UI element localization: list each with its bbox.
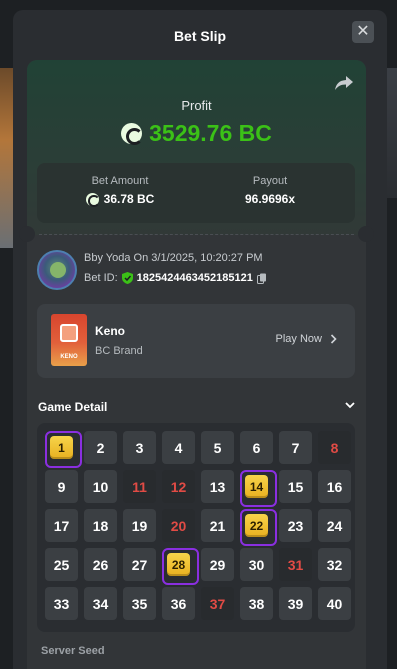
chevron-down-icon[interactable]	[344, 399, 356, 411]
bet-amount: Bet Amount 36.78 BC	[45, 175, 195, 207]
keno-cell-normal: 2	[84, 431, 117, 464]
bet-user-line: Bby Yoda On 3/1/2025, 10:20:27 PM	[84, 252, 263, 264]
profit-header: Profit 3529.76 BC Bet Amount 36.78 BC Pa…	[27, 60, 366, 235]
keno-cell-normal: 39	[279, 587, 312, 620]
keno-cell-red: 20	[162, 509, 195, 542]
coin-icon	[121, 123, 144, 146]
verified-shield-icon	[121, 272, 133, 284]
game-card[interactable]: KENO Keno BC Brand Play Now	[37, 304, 355, 378]
keno-cell-normal: 4	[162, 431, 195, 464]
bet-user-info: Bby Yoda On 3/1/2025, 10:20:27 PM Bet ID…	[37, 248, 357, 290]
keno-cell-normal: 6	[240, 431, 273, 464]
modal-title: Bet Slip	[173, 28, 227, 44]
keno-cell-normal: 36	[162, 587, 195, 620]
coin-icon	[85, 192, 101, 207]
keno-cell-normal: 5	[201, 431, 234, 464]
server-seed-label: Server Seed	[41, 645, 105, 657]
keno-cell-hit: 1	[45, 431, 82, 468]
ticket-notch-left	[19, 226, 35, 242]
keno-cell-normal: 17	[45, 509, 78, 542]
profit-value: 3529.76 BC	[149, 120, 272, 146]
keno-thumbnail: KENO	[51, 314, 87, 366]
keno-cell-normal: 27	[123, 548, 156, 581]
keno-cell-normal: 7	[279, 431, 312, 464]
bet-amount-label: Bet Amount	[91, 175, 149, 187]
bet-id-row: Bet ID: 1825424463452185121	[84, 272, 267, 284]
bet-id-label: Bet ID:	[84, 272, 118, 284]
ticket-divider	[39, 234, 354, 235]
keno-cell-normal: 26	[84, 548, 117, 581]
thumbnail-tile	[60, 324, 78, 342]
bet-amount-value: 36.78 BC	[103, 192, 155, 206]
keno-cell-normal: 13	[201, 470, 234, 503]
keno-cell-normal: 33	[45, 587, 78, 620]
bet-id-value: 1825424463452185121	[136, 272, 253, 284]
play-now-label: Play Now	[275, 333, 322, 345]
keno-cell-normal: 9	[45, 470, 78, 503]
keno-board: 1 2 3 4 5 6 7 8 9 10 11 12 13 14 15 16 17 18 19 20 21 22 23 24 2…	[37, 423, 355, 632]
keno-cell-normal: 16	[318, 470, 351, 503]
keno-cell-normal: 29	[201, 548, 234, 581]
game-detail-header: Game Detail	[38, 400, 108, 414]
payout: Payout 96.9696x	[195, 175, 345, 206]
profit-label: Profit	[181, 98, 212, 113]
game-brand: BC Brand	[95, 345, 143, 357]
keno-hit-tile: 14	[245, 475, 268, 498]
chevron-right-icon	[330, 334, 337, 344]
keno-hit-tile: 28	[167, 553, 190, 576]
keno-cell-hit: 14	[240, 470, 277, 507]
keno-cell-red: 11	[123, 470, 156, 503]
keno-cell-red: 8	[318, 431, 351, 464]
keno-cell-red: 37	[201, 587, 234, 620]
background-game-art	[0, 68, 13, 248]
keno-hit-tile: 22	[245, 514, 268, 537]
close-icon: ✕	[356, 23, 370, 40]
keno-cell-normal: 32	[318, 548, 351, 581]
keno-cell-normal: 18	[84, 509, 117, 542]
game-name: Keno	[95, 324, 125, 338]
keno-cell-normal: 34	[84, 587, 117, 620]
avatar[interactable]	[37, 250, 77, 290]
keno-cell-normal: 23	[279, 509, 312, 542]
profit-row: 3529.76 BC	[27, 120, 366, 147]
keno-cell-hit: 28	[162, 548, 199, 585]
keno-cell-red: 31	[279, 548, 312, 581]
keno-cell-normal: 15	[279, 470, 312, 503]
bet-slip-modal: Bet Slip ✕ Profit 3529.76 BC Bet Amount …	[13, 10, 387, 669]
keno-hit-tile: 1	[50, 436, 73, 459]
keno-cell-normal: 19	[123, 509, 156, 542]
payout-value: 96.9696x	[244, 192, 296, 206]
share-icon[interactable]	[334, 74, 354, 92]
keno-cell-normal: 40	[318, 587, 351, 620]
keno-cell-normal: 35	[123, 587, 156, 620]
keno-cell-normal: 30	[240, 548, 273, 581]
bet-slip-card: Profit 3529.76 BC Bet Amount 36.78 BC Pa…	[19, 60, 374, 669]
keno-cell-normal: 24	[318, 509, 351, 542]
bet-amount-value-row: 36.78 BC	[45, 192, 195, 207]
payout-label: Payout	[252, 175, 288, 187]
play-now-button[interactable]: Play Now	[276, 333, 337, 345]
close-button[interactable]: ✕	[352, 21, 374, 43]
keno-cell-red: 12	[162, 470, 195, 503]
keno-cell-normal: 38	[240, 587, 273, 620]
thumbnail-label: KENO	[60, 354, 78, 360]
keno-cell-normal: 10	[84, 470, 117, 503]
avatar-face	[50, 262, 66, 278]
bet-stats: Bet Amount 36.78 BC Payout 96.9696x	[37, 163, 355, 223]
keno-cell-normal: 3	[123, 431, 156, 464]
keno-cell-hit: 22	[240, 509, 277, 546]
keno-grid: 1 2 3 4 5 6 7 8 9 10 11 12 13 14 15 16 17 18 19 20 21 22 23 24 2…	[45, 431, 351, 620]
ticket-notch-right	[358, 226, 374, 242]
copy-icon[interactable]	[256, 273, 267, 284]
keno-cell-normal: 21	[201, 509, 234, 542]
keno-cell-normal: 25	[45, 548, 78, 581]
